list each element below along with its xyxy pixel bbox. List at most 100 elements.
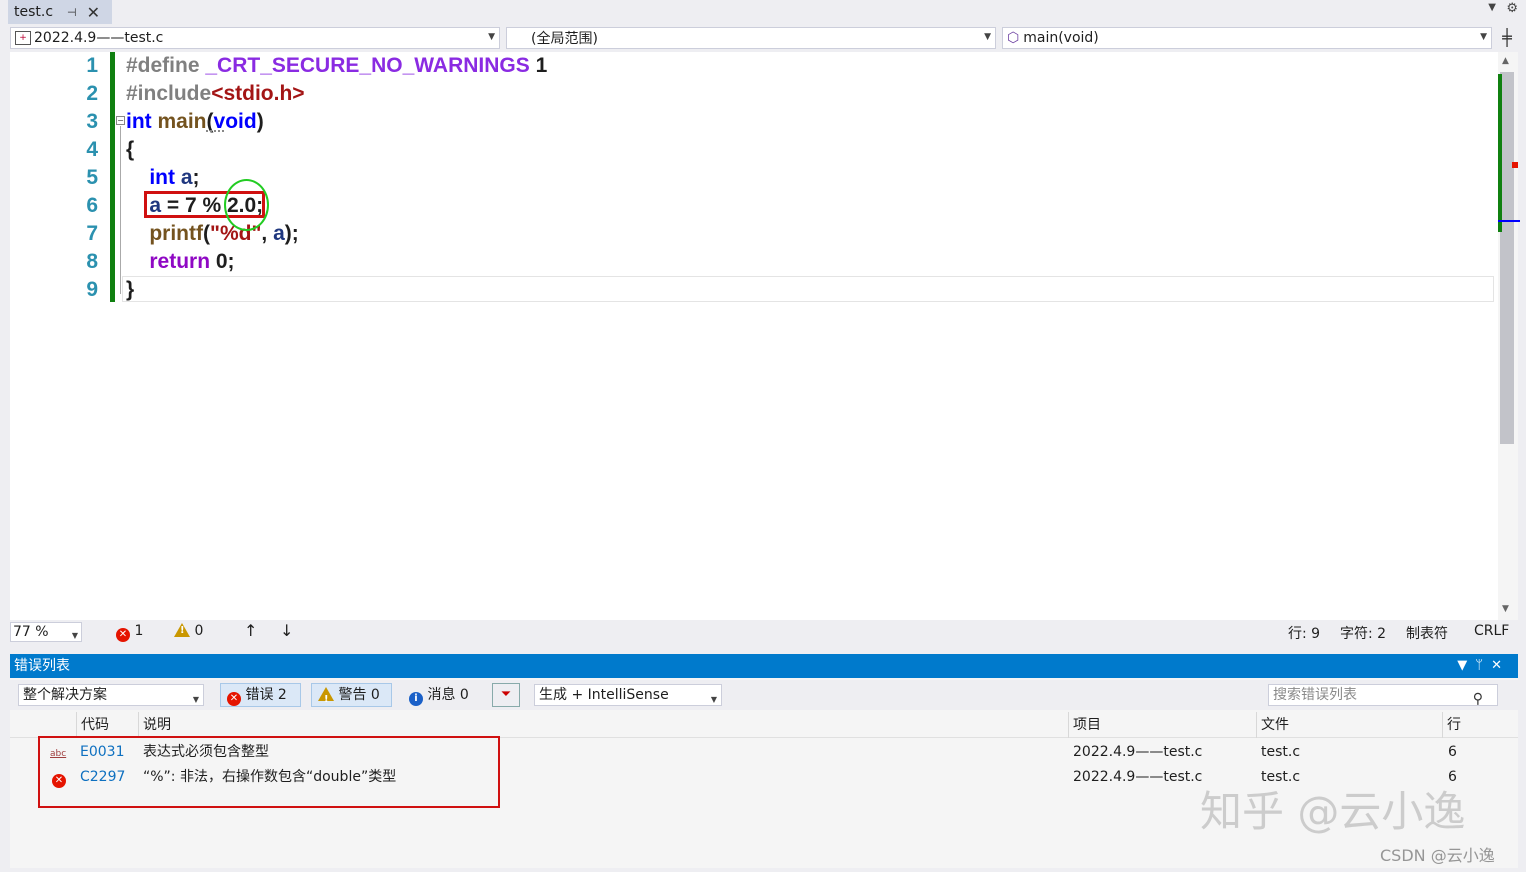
function-combo[interactable]: ⬡ main(void) ▼ — [1002, 27, 1492, 49]
warnings-filter-button[interactable]: 警告 0 — [311, 683, 392, 711]
function-combo-value: main(void) — [1023, 30, 1099, 46]
code-token: 0; — [210, 250, 235, 273]
code-line[interactable]: } — [126, 276, 134, 304]
code-line[interactable]: printf("%d", a); — [126, 220, 299, 248]
line-indicator[interactable]: 行: 9 — [1288, 623, 1320, 643]
warning-count-indicator[interactable]: 0 — [174, 623, 203, 639]
document-tab-strip: test.c ⊣ ✕ ▼ ⚙ — [0, 0, 1526, 24]
error-project: 2022.4.9——test.c — [1073, 769, 1203, 785]
column-code[interactable]: 代码 — [76, 712, 142, 738]
code-token: _CRT_SECURE_NO_WARNINGS — [205, 54, 530, 77]
code-token: int — [126, 110, 152, 133]
code-token: main — [157, 110, 207, 133]
solution-scope-value: 整个解决方案 — [23, 687, 107, 703]
chevron-down-icon: ▼ — [1480, 32, 1487, 42]
project-combo-value: 2022.4.9——test.c — [34, 30, 164, 46]
chevron-down-icon[interactable]: ▼ — [1457, 658, 1475, 673]
line-number: 2 — [86, 82, 98, 105]
chevron-down-icon: ▼ — [488, 32, 495, 42]
tab-test-c[interactable]: test.c ⊣ ✕ — [8, 0, 112, 24]
scope-combo[interactable]: (全局范围) ▼ — [506, 27, 996, 49]
error-project: 2022.4.9——test.c — [1073, 744, 1203, 760]
chevron-down-icon: ▼ — [710, 695, 717, 704]
errors-filter-button[interactable]: ✕ 错误 2 — [220, 683, 301, 707]
error-list-column-header: 代码 说明 项目 文件 行 — [10, 712, 1518, 738]
scroll-down-icon[interactable]: ▼ — [1502, 604, 1509, 614]
code-token: ( — [203, 222, 210, 245]
line-number: 9 — [86, 278, 98, 301]
pin-icon[interactable]: ᛘ — [1475, 658, 1491, 673]
csdn-watermark: CSDN @云小逸 — [1380, 846, 1495, 865]
scrollbar-thumb[interactable] — [1500, 72, 1514, 444]
column-line[interactable]: 行 — [1442, 712, 1488, 738]
code-token: #include — [126, 82, 212, 105]
close-icon[interactable]: ✕ — [1491, 658, 1510, 673]
error-icon: ✕ — [227, 692, 241, 706]
line-number: 7 — [86, 222, 98, 245]
code-line[interactable]: int a; — [126, 164, 200, 192]
code-token: , — [261, 222, 274, 245]
line-number: 1 — [86, 54, 98, 77]
error-count-indicator[interactable]: ✕ 1 — [116, 623, 143, 642]
warning-count: 0 — [194, 623, 204, 639]
code-line[interactable]: { — [126, 136, 134, 164]
filter-icon[interactable]: ⏷ — [492, 683, 520, 707]
code-line[interactable]: int main(void) — [126, 108, 264, 136]
error-list-title: 错误列表 — [14, 658, 70, 674]
code-token: return — [149, 250, 211, 273]
eol-indicator[interactable]: CRLF — [1474, 623, 1509, 639]
collapse-icon[interactable]: − — [116, 116, 125, 125]
zhihu-watermark: 知乎 @云小逸 — [1200, 787, 1466, 836]
split-window-icon[interactable]: ╪ — [1496, 28, 1518, 48]
line-number: 3 — [86, 110, 98, 133]
warning-icon — [174, 623, 190, 637]
gear-icon[interactable]: ⚙ — [1506, 1, 1518, 16]
code-token: ; — [192, 166, 200, 189]
code-token: <stdio.h> — [211, 82, 305, 105]
arrow-down-icon[interactable]: ↓ — [280, 621, 293, 640]
annotation-green-circle — [224, 179, 269, 231]
search-error-list-input[interactable]: 搜索错误列表 ⚲ — [1268, 684, 1498, 709]
warnings-filter-label: 警告 0 — [338, 687, 380, 703]
code-token: int — [149, 166, 175, 189]
code-token: ) — [256, 110, 264, 133]
errors-filter-label: 错误 2 — [245, 687, 287, 703]
solution-scope-combo[interactable]: 整个解决方案 ▼ — [18, 684, 204, 706]
search-icon[interactable]: ⚲ — [1473, 689, 1483, 709]
error-list-toolbar: 整个解决方案 ▼ ✕ 错误 2 警告 0 i 消息 0 ⏷ 生成 + Intel… — [10, 680, 1518, 711]
code-editor[interactable]: 1 2 3 4 5 6 7 8 9 − #define _CRT_SECURE_NO_WARNI… — [10, 52, 1520, 620]
zoom-combo[interactable]: 77 % ▼ — [10, 622, 82, 642]
indent-indicator[interactable]: 制表符 — [1406, 623, 1448, 643]
column-project[interactable]: 项目 — [1068, 712, 1256, 738]
error-count: 1 — [134, 623, 144, 639]
vertical-scrollbar[interactable]: ▲ ▼ — [1498, 52, 1520, 620]
close-icon[interactable]: ✕ — [87, 3, 100, 22]
column-file[interactable]: 文件 — [1256, 712, 1442, 738]
project-combo[interactable]: + 2022.4.9——test.c ▼ — [10, 27, 500, 49]
messages-filter-button[interactable]: i 消息 0 — [402, 683, 484, 707]
code-token: ); — [284, 222, 299, 245]
editor-status-bar: 77 % ▼ ✕ 1 0 ↑ ↓ 行: 9 字符: 2 制表符 CRLF — [10, 621, 1518, 643]
fold-guide — [120, 126, 121, 294]
scrollbar-change-marker — [1498, 74, 1502, 232]
code-token: 1 — [529, 54, 548, 77]
search-placeholder: 搜索错误列表 — [1273, 687, 1357, 703]
code-token: printf — [149, 222, 203, 245]
pin-icon[interactable]: ⊣ — [67, 6, 77, 19]
code-line[interactable]: #include<stdio.h> — [126, 80, 305, 108]
messages-filter-label: 消息 0 — [427, 687, 469, 703]
chevron-down-icon[interactable]: ▼ — [1488, 2, 1496, 13]
error-file: test.c — [1261, 744, 1301, 760]
build-source-combo[interactable]: 生成 + IntelliSense ▼ — [534, 684, 722, 706]
scroll-up-icon[interactable]: ▲ — [1502, 56, 1509, 66]
column-description[interactable]: 说明 — [138, 712, 1068, 738]
char-indicator[interactable]: 字符: 2 — [1340, 623, 1386, 643]
change-tracking-bar — [110, 52, 115, 302]
line-number: 4 — [86, 138, 98, 161]
navigation-bar: + 2022.4.9——test.c ▼ (全局范围) ▼ ⬡ main(voi… — [0, 25, 1526, 51]
arrow-up-icon[interactable]: ↑ — [244, 621, 257, 640]
code-token: { — [126, 138, 135, 161]
code-line[interactable]: return 0; — [126, 248, 235, 276]
code-line[interactable]: #define _CRT_SECURE_NO_WARNINGS 1 — [126, 52, 547, 80]
